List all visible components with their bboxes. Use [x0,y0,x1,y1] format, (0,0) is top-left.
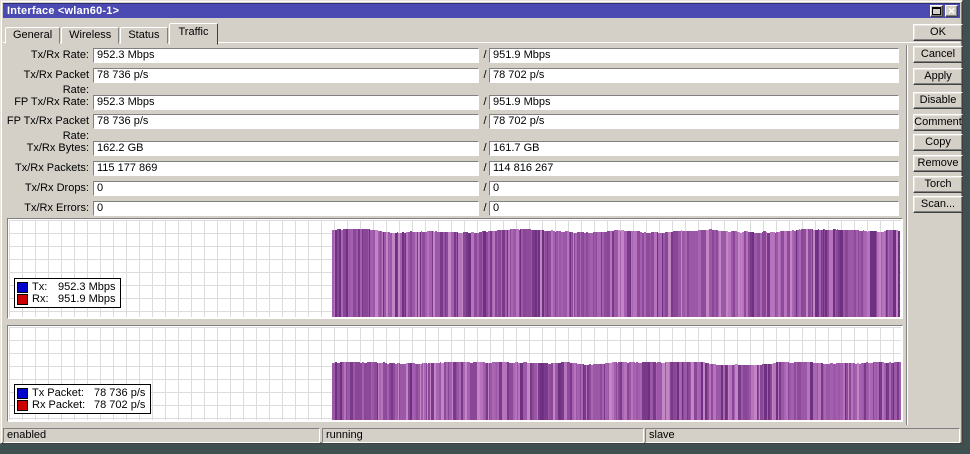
fp-txrx-rate-separator: / [483,96,487,108]
comment-button[interactable]: Comment [913,114,963,131]
traffic-bar [898,361,901,420]
txrx-packets-tx-field[interactable]: 115 177 869 [93,161,479,176]
packet-rate-plot: Tx Packet: 78 736 p/s Rx Packet: 78 702 … [9,327,901,420]
packet-rate-graph: Tx Packet: 78 736 p/s Rx Packet: 78 702 … [7,325,903,422]
txrx-errors-tx-field[interactable]: 0 [93,201,479,216]
tab-wireless[interactable]: Wireless [61,27,120,44]
txrx-packet-rate-tx-field[interactable]: 78 736 p/s [93,68,479,83]
scan-button[interactable]: Scan... [913,196,963,213]
txrx-packet-rate-rx-field[interactable]: 78 702 p/s [489,68,899,83]
legend-row-rx-packet: Rx Packet: 78 702 p/s [17,399,145,411]
tab-strip: General Wireless Status Traffic [5,23,219,45]
txrx-bytes-separator: / [483,142,487,154]
txrx-bytes-tx-field[interactable]: 162.2 GB [93,141,479,156]
fp-txrx-packet-rate-tx-field[interactable]: 78 736 p/s [93,114,479,129]
rx-packet-legend-swatch [17,399,28,411]
fp-txrx-rate-tx-field[interactable]: 952.3 Mbps [93,95,479,110]
legend-row-rx: Rx: 951.9 Mbps [17,293,115,305]
txrx-drops-separator: / [483,182,487,194]
window-title: Interface <wlan60-1> [7,5,120,17]
txrx-packets-rx-field[interactable]: 114 816 267 [489,161,899,176]
tab-traffic[interactable]: Traffic [168,23,219,45]
legend-row-tx: Tx: 952.3 Mbps [17,281,115,293]
disable-button[interactable]: Disable [913,92,963,109]
txrx-rate-separator: / [483,49,487,61]
fp-txrx-rate-label: FP Tx/Rx Rate: [14,96,89,108]
txrx-bytes-label: Tx/Rx Bytes: [26,142,89,154]
status-slave: slave [645,428,960,443]
button-column-divider [906,45,907,425]
txrx-packet-rate-label: Tx/Rx Packet Rate: [23,69,89,96]
traffic-rate-graph: Tx: 952.3 Mbps Rx: 951.9 Mbps [7,218,903,319]
rx-packet-legend-label: Rx Packet: [32,399,86,411]
packet-rate-bars [331,327,901,420]
tab-status[interactable]: Status [120,27,168,44]
txrx-packet-rate-separator: / [483,69,487,81]
fp-txrx-rate-rx-field[interactable]: 951.9 Mbps [489,95,899,110]
traffic-rate-bars [331,220,900,317]
tx-packet-legend-swatch [17,387,28,399]
txrx-packets-label: Tx/Rx Packets: [15,162,89,174]
status-running: running [322,428,644,443]
cancel-button[interactable]: Cancel [913,46,963,63]
txrx-drops-label: Tx/Rx Drops: [24,182,89,194]
maximize-icon [932,7,941,15]
torch-button[interactable]: Torch [913,176,963,193]
txrx-drops-rx-field[interactable]: 0 [489,181,899,196]
apply-button[interactable]: Apply [913,68,963,85]
rx-legend-label: Rx: [32,293,49,305]
traffic-rate-plot: Tx: 952.3 Mbps Rx: 951.9 Mbps [9,220,901,317]
txrx-drops-tx-field[interactable]: 0 [93,181,479,196]
tx-legend-label: Tx: [32,281,48,293]
close-icon: ✕ [947,5,956,16]
tx-legend-value: 952.3 Mbps [58,281,116,293]
rx-packet-legend-value: 78 702 p/s [94,399,146,411]
status-enabled: enabled [3,428,320,443]
desktop: { "window": { "title": "Interface <wlan6… [0,0,970,454]
txrx-rate-label: Tx/Rx Rate: [30,49,89,61]
titlebar[interactable]: Interface <wlan60-1> ✕ [3,3,960,18]
fp-txrx-packet-rate-label: FP Tx/Rx Packet Rate: [6,115,89,142]
txrx-errors-separator: / [483,202,487,214]
ok-button[interactable]: OK [913,24,963,41]
close-button[interactable]: ✕ [945,5,958,17]
txrx-rate-tx-field[interactable]: 952.3 Mbps [93,48,479,63]
remove-button[interactable]: Remove [913,155,963,172]
interface-dialog-window: Interface <wlan60-1> ✕ General Wireless … [0,0,963,444]
txrx-packets-separator: / [483,162,487,174]
tab-general[interactable]: General [5,27,61,44]
rx-legend-swatch [17,293,28,305]
packet-rate-legend: Tx Packet: 78 736 p/s Rx Packet: 78 702 … [14,384,152,414]
txrx-errors-rx-field[interactable]: 0 [489,201,899,216]
fp-txrx-packet-rate-rx-field[interactable]: 78 702 p/s [489,114,899,129]
traffic-bar [897,230,900,317]
tx-legend-swatch [17,281,28,293]
txrx-rate-rx-field[interactable]: 951.9 Mbps [489,48,899,63]
maximize-button[interactable] [930,5,943,17]
rx-legend-value: 951.9 Mbps [58,293,116,305]
txrx-errors-label: Tx/Rx Errors: [24,202,89,214]
legend-row-tx-packet: Tx Packet: 78 736 p/s [17,387,145,399]
txrx-bytes-rx-field[interactable]: 161.7 GB [489,141,899,156]
traffic-rate-legend: Tx: 952.3 Mbps Rx: 951.9 Mbps [14,278,122,308]
copy-button[interactable]: Copy [913,134,963,151]
fp-txrx-packet-rate-separator: / [483,115,487,127]
tx-packet-legend-label: Tx Packet: [32,387,84,399]
tx-packet-legend-value: 78 736 p/s [94,387,146,399]
